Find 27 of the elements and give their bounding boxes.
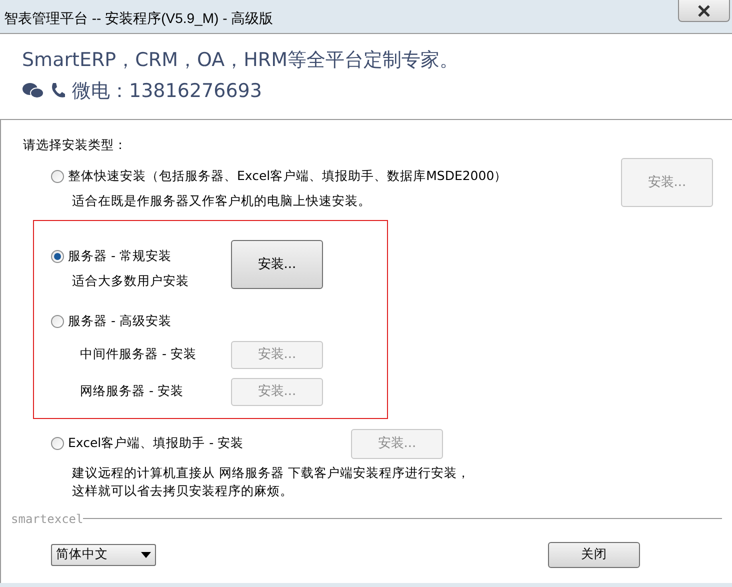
chat-bubbles-icon	[22, 82, 44, 100]
window-title: 智表管理平台 -- 安装程序(V5.9_M) - 高级版	[4, 9, 274, 28]
radio-button[interactable]	[51, 250, 64, 264]
option-label: 整体快速安装（包括服务器、Excel客户端、填报助手、数据库MSDE2000）	[68, 167, 508, 186]
contact-text: 微电：13816276693	[72, 78, 262, 104]
option-description: 这样就可以省去拷贝安装程序的麻烦。	[72, 482, 294, 500]
radio-button[interactable]	[51, 170, 64, 184]
install-button[interactable]: 安装...	[231, 240, 323, 289]
option-description: 适合在既是作服务器又作客户机的电脑上快速安装。	[72, 192, 372, 210]
close-icon	[697, 4, 711, 16]
close-dialog-button[interactable]: 关闭	[548, 542, 640, 568]
language-dropdown[interactable]: 简体中文	[51, 544, 156, 566]
option-label: 服务器 - 高级安装	[68, 312, 172, 330]
sub-option-label: 中间件服务器 - 安装	[80, 345, 198, 364]
option-label: 服务器 - 常规安装	[68, 247, 172, 266]
sub-option-label: 网络服务器 - 安装	[80, 382, 184, 400]
option-label: Excel客户端、填报助手 - 安装	[68, 434, 244, 452]
close-button[interactable]	[678, 0, 730, 22]
radio-button[interactable]	[51, 437, 64, 450]
banner-headline: SmartERP，CRM，OA，HRM等全平台定制专家。	[22, 48, 460, 73]
dropdown-arrow-icon	[141, 552, 151, 558]
option-description: 适合大多数用户安装	[72, 272, 190, 290]
group-label: smartexcel	[11, 510, 84, 528]
prompt-text: 请选择安装类型：	[23, 136, 128, 154]
option-description: 建议远程的计算机直接从 网络服务器 下载客户端安装程序进行安装，	[72, 464, 471, 482]
radio-button[interactable]	[51, 315, 64, 328]
phone-icon	[50, 82, 66, 100]
